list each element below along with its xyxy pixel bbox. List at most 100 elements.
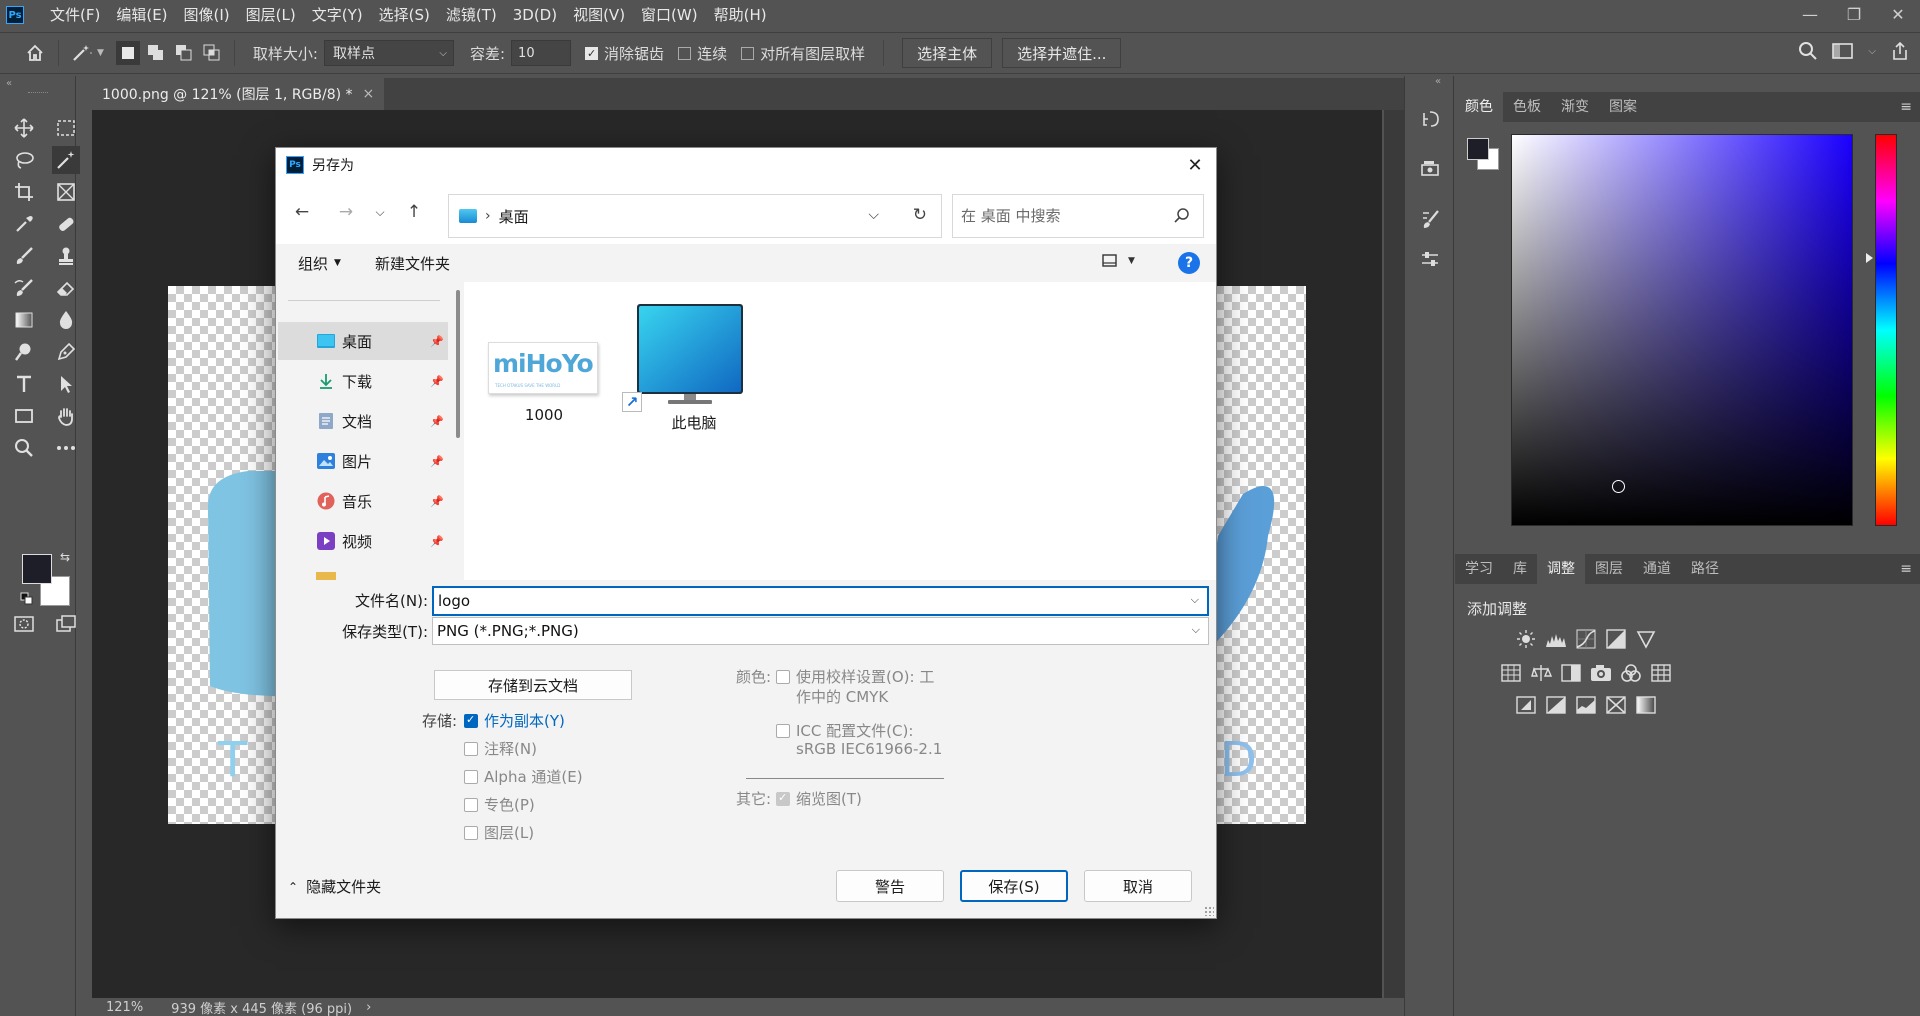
lasso-tool-icon[interactable] — [10, 146, 38, 174]
document-tab[interactable]: 1000.png @ 121% (图层 1, RGB/8) * × — [92, 78, 385, 110]
workspace-icon[interactable] — [1832, 42, 1854, 60]
pen-tool-icon[interactable] — [52, 338, 80, 366]
menu-view[interactable]: 视图(V) — [565, 0, 633, 30]
spot-colors-checkbox[interactable]: 专色(P) — [464, 794, 535, 815]
as-copy-checkbox[interactable]: 作为副本(Y) — [464, 710, 565, 731]
search-icon[interactable] — [1173, 207, 1191, 225]
tab-learn[interactable]: 学习 — [1455, 554, 1503, 584]
rectangle-tool-icon[interactable] — [10, 402, 38, 430]
recent-locations-chevron-icon[interactable]: ⌵ — [366, 198, 394, 226]
posterize-icon[interactable] — [1545, 694, 1567, 716]
type-tool-icon[interactable] — [10, 370, 38, 398]
sample-all-layers-checkbox[interactable]: 对所有图层取样 — [741, 43, 865, 64]
tab-patterns[interactable]: 图案 — [1599, 92, 1647, 122]
gradient-map-icon[interactable] — [1635, 694, 1657, 716]
file-item-this-pc[interactable]: ↗ 此电脑 — [622, 304, 744, 432]
icc-profile-checkbox[interactable]: ICC 配置文件(C): — [776, 720, 913, 741]
move-tool-icon[interactable] — [10, 114, 38, 142]
panel-menu-icon[interactable]: ≡ — [1900, 99, 1912, 115]
nav-item-desktop[interactable]: 桌面 📌 — [278, 322, 448, 360]
color-balance-icon[interactable] — [1530, 662, 1552, 684]
tolerance-input[interactable]: 10 — [511, 40, 572, 66]
share-icon[interactable] — [1890, 41, 1910, 61]
blur-tool-icon[interactable] — [52, 306, 80, 334]
minimize-icon[interactable]: — — [1788, 0, 1832, 28]
expand-dock-icon[interactable]: « — [1435, 76, 1441, 87]
resize-grip-icon[interactable] — [1204, 906, 1214, 916]
swap-colors-icon[interactable]: ⇆ — [60, 550, 70, 564]
menu-file[interactable]: 文件(F) — [42, 0, 108, 30]
hue-slider[interactable] — [1875, 134, 1897, 526]
refresh-icon[interactable]: ↻ — [913, 205, 927, 225]
new-folder-button[interactable]: 新建文件夹 — [375, 253, 450, 274]
up-arrow-icon[interactable]: ↑ — [400, 198, 428, 226]
menu-type[interactable]: 文字(Y) — [304, 0, 371, 30]
tab-paths[interactable]: 路径 — [1681, 554, 1729, 584]
invert-icon[interactable] — [1515, 694, 1537, 716]
thumbnail-checkbox[interactable]: 缩览图(T) — [776, 788, 862, 809]
home-icon[interactable] — [20, 38, 50, 68]
gradient-tool-icon[interactable] — [10, 306, 38, 334]
exposure-icon[interactable] — [1605, 628, 1627, 650]
antialias-checkbox[interactable]: 消除锯齿 — [585, 43, 664, 64]
tab-color[interactable]: 颜色 — [1455, 92, 1503, 122]
frame-tool-icon[interactable] — [52, 178, 80, 206]
eyedropper-tool-icon[interactable] — [10, 210, 38, 238]
menu-layer[interactable]: 图层(L) — [238, 0, 304, 30]
chevron-down-icon[interactable]: ⌵ — [1191, 593, 1199, 607]
levels-icon[interactable] — [1545, 628, 1567, 650]
menu-window[interactable]: 窗口(W) — [633, 0, 706, 30]
black-white-icon[interactable] — [1560, 662, 1582, 684]
curves-icon[interactable] — [1575, 628, 1597, 650]
close-window-icon[interactable]: ✕ — [1876, 0, 1920, 28]
vibrance-icon[interactable] — [1635, 628, 1657, 650]
add-selection-icon[interactable] — [144, 41, 168, 65]
nav-item-pictures[interactable]: 图片 📌 — [278, 442, 448, 480]
more-tools-icon[interactable] — [52, 434, 80, 462]
new-selection-icon[interactable] — [115, 41, 140, 65]
healing-brush-tool-icon[interactable] — [52, 210, 80, 238]
brush-tool-icon[interactable] — [10, 242, 38, 270]
channel-mixer-icon[interactable] — [1620, 662, 1642, 684]
eraser-tool-icon[interactable] — [52, 274, 80, 302]
warning-button[interactable]: 警告 — [836, 870, 944, 902]
menu-help[interactable]: 帮助(H) — [706, 0, 775, 30]
photo-filter-icon[interactable] — [1590, 662, 1612, 684]
marquee-tool-icon[interactable] — [52, 114, 80, 142]
collapse-icon[interactable]: « — [6, 78, 12, 89]
use-proof-setup-checkbox[interactable]: 使用校样设置(O): 工 — [776, 666, 934, 687]
file-list[interactable]: miHoYo TECH OTAKUS SAVE THE WORLD 1000 ↗… — [464, 282, 1216, 580]
layers-checkbox[interactable]: 图层(L) — [464, 822, 534, 843]
brightness-contrast-icon[interactable] — [1515, 628, 1537, 650]
chevron-down-icon[interactable]: ⌵ — [1192, 623, 1200, 637]
hand-tool-icon[interactable] — [52, 402, 80, 430]
help-icon[interactable]: ? — [1178, 252, 1200, 274]
organize-button[interactable]: 组织 ▼ — [298, 253, 341, 274]
dodge-tool-icon[interactable] — [10, 338, 38, 366]
foreground-color-swatch[interactable] — [22, 554, 52, 584]
address-bar[interactable]: › 桌面 ⌵ ↻ — [448, 194, 942, 238]
default-colors-icon[interactable] — [20, 592, 34, 610]
selective-color-icon[interactable] — [1605, 694, 1627, 716]
tool-presets-panel-icon[interactable] — [1417, 246, 1443, 272]
panel-menu-icon[interactable]: ≡ — [1900, 561, 1912, 577]
filename-input[interactable]: logo ⌵ — [432, 586, 1209, 616]
filetype-select[interactable]: PNG (*.PNG;*.PNG) ⌵ — [432, 617, 1209, 645]
zoom-tool-icon[interactable] — [10, 434, 38, 462]
magic-wand-tool-icon[interactable] — [52, 146, 80, 174]
quick-mask-icon[interactable] — [10, 610, 38, 638]
vertical-scrollbar[interactable] — [1384, 110, 1404, 1000]
search-icon[interactable] — [1798, 41, 1818, 61]
file-item-1000[interactable]: miHoYo TECH OTAKUS SAVE THE WORLD 1000 — [484, 342, 604, 432]
save-to-cloud-button[interactable]: 存储到云文档 — [434, 670, 632, 700]
forward-arrow-icon[interactable]: → — [332, 198, 360, 226]
select-subject-button[interactable]: 选择主体 — [902, 38, 993, 68]
intersect-selection-icon[interactable] — [200, 41, 224, 65]
address-dropdown-icon[interactable]: ⌵ — [868, 207, 879, 223]
nav-item-documents[interactable]: 文档 📌 — [278, 402, 448, 440]
chevron-down-icon[interactable]: ⌵ — [1868, 46, 1876, 57]
history-brush-tool-icon[interactable] — [10, 274, 38, 302]
status-expand-icon[interactable]: › — [366, 1000, 371, 1015]
nav-pane-scrollbar[interactable] — [456, 290, 460, 438]
crop-tool-icon[interactable] — [10, 178, 38, 206]
